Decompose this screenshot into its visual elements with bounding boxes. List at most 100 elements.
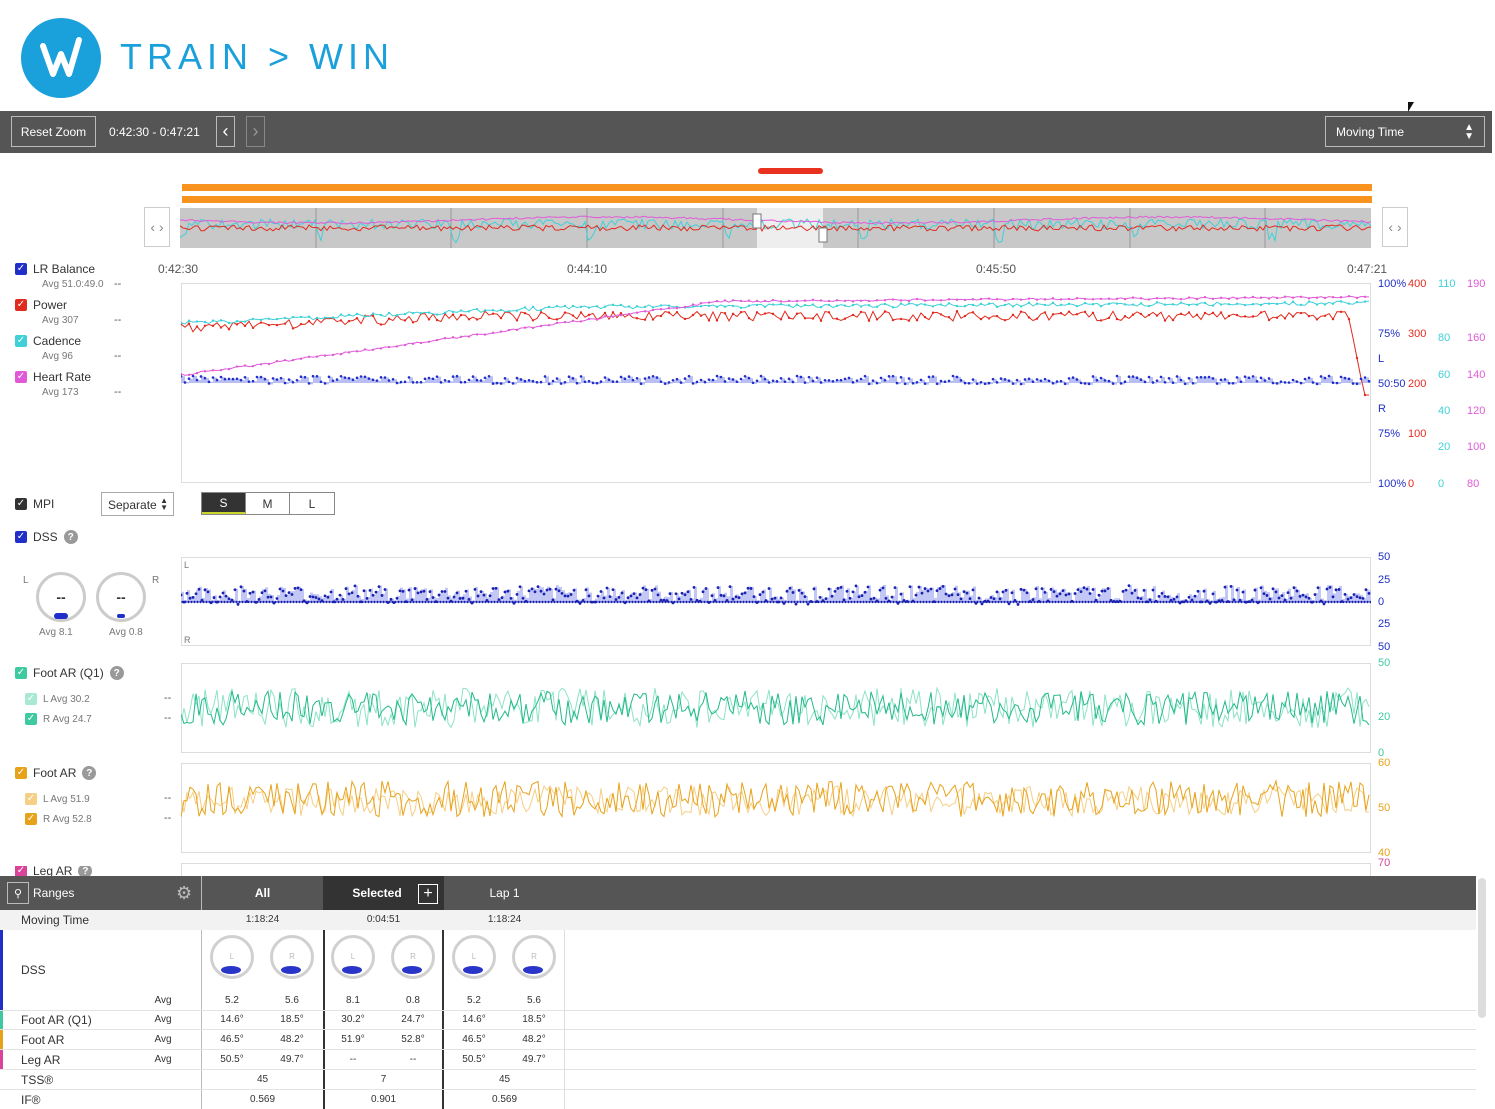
dss-point (643, 600, 646, 604)
legend-power[interactable]: ✓ Power (15, 298, 67, 312)
checkbox-checked-icon[interactable]: ✓ (25, 693, 37, 705)
foot-ar-toggle[interactable]: ✓ Foot AR ? (15, 766, 97, 780)
gear-icon[interactable]: ⚙ (176, 883, 192, 904)
mpi-size-s[interactable]: S (202, 493, 246, 514)
reset-zoom-button[interactable]: Reset Zoom (11, 116, 96, 147)
legend-cadence[interactable]: ✓ Cadence (15, 334, 81, 348)
power-point (1147, 313, 1151, 317)
leg-ar-toggle[interactable]: ✓ Leg AR ? (15, 866, 93, 876)
mpi-size-m[interactable]: M (246, 493, 290, 514)
overview-navigator[interactable] (180, 208, 1371, 248)
dss-point (1297, 600, 1300, 604)
column-all[interactable]: All (202, 876, 323, 910)
overview-left-nav-button[interactable]: ‹ › (144, 207, 170, 247)
dss-point (848, 596, 852, 600)
dss-gauge-right-indicator (117, 614, 125, 618)
dss-point (1030, 600, 1033, 604)
heart-rate-point (675, 306, 679, 310)
help-icon[interactable]: ? (109, 666, 124, 680)
dss-point (956, 593, 960, 597)
next-range-button[interactable]: › (246, 116, 265, 147)
power-point (827, 311, 831, 314)
all-range-bar[interactable] (182, 196, 1372, 203)
help-icon[interactable]: ? (78, 866, 93, 876)
pin-icon[interactable]: ⚲ (7, 882, 29, 904)
foot-ar-left-value: -- (164, 792, 172, 804)
time-mode-select[interactable]: Moving Time ▲ ▼ (1325, 116, 1485, 147)
overview-right-nav-button[interactable]: ‹ › (1382, 207, 1408, 247)
main-chart[interactable] (181, 283, 1371, 483)
cadence-point (899, 302, 903, 305)
dss-point (343, 600, 346, 604)
leg-ar-chart-frame[interactable] (181, 863, 1371, 876)
checkbox-checked-icon[interactable]: ✓ (25, 813, 37, 825)
help-icon[interactable]: ? (82, 766, 97, 780)
checkbox-checked-icon[interactable]: ✓ (15, 263, 27, 275)
lr-balance-point (443, 379, 447, 382)
checkbox-checked-icon[interactable]: ✓ (15, 667, 27, 679)
checkbox-checked-icon[interactable]: ✓ (15, 866, 27, 876)
foot-ar-q1-right-toggle[interactable]: ✓ R Avg 24.7 (25, 713, 92, 725)
dss-point (734, 595, 738, 599)
cadence-point (651, 306, 655, 309)
checkbox-checked-icon[interactable]: ✓ (15, 299, 27, 311)
overview-left-handle[interactable] (752, 213, 762, 229)
add-range-button[interactable]: + (418, 884, 438, 904)
checkbox-checked-icon[interactable]: ✓ (25, 713, 37, 725)
dss-point (667, 600, 670, 604)
cadence-point (435, 313, 439, 316)
lr-balance-point (799, 375, 803, 379)
dss-bar (916, 591, 919, 602)
dss-point (1060, 600, 1063, 604)
dss-chart[interactable] (181, 557, 1371, 646)
foot-ar-row-color-bar (0, 1030, 3, 1049)
lr-balance-point (555, 377, 559, 380)
dss-point (877, 600, 880, 604)
dss-point (613, 600, 616, 604)
foot-ar-right-toggle[interactable]: ✓ R Avg 52.8 (25, 813, 92, 825)
cadence-point (1267, 302, 1271, 305)
checkbox-checked-icon[interactable]: ✓ (15, 767, 27, 779)
mpi-toggle[interactable]: ✓ MPI (15, 497, 54, 511)
heart-rate-point (395, 345, 399, 348)
dss-bar (685, 591, 688, 602)
lr-balance-point (695, 380, 699, 384)
checkbox-checked-icon[interactable]: ✓ (15, 531, 27, 543)
foot-ar-q1-left-toggle[interactable]: ✓ L Avg 30.2 (25, 693, 90, 705)
power-point (1179, 312, 1183, 316)
overview-right-handle[interactable] (818, 227, 828, 243)
cadence-point (915, 304, 919, 307)
dss-point (1280, 594, 1284, 598)
lr-balance-point (311, 374, 315, 378)
brand-name: TRAIN > WIN (120, 36, 395, 77)
help-icon[interactable]: ? (63, 530, 78, 544)
checkbox-checked-icon[interactable]: ✓ (15, 335, 27, 347)
foot-ar-q1-toggle[interactable]: ✓ Foot AR (Q1) ? (15, 666, 124, 680)
legend-lr-balance[interactable]: ✓ LR Balance (15, 262, 95, 276)
foot-ar-chart[interactable] (181, 763, 1371, 853)
lr-balance-point (223, 377, 227, 381)
checkbox-checked-icon[interactable]: ✓ (15, 371, 27, 383)
dss-point (836, 586, 840, 590)
column-selected[interactable]: Selected (330, 876, 424, 910)
column-lap-1[interactable]: Lap 1 (444, 876, 565, 910)
legend-heart-rate[interactable]: ✓ Heart Rate (15, 370, 91, 384)
mpi-size-l[interactable]: L (290, 493, 334, 514)
dss-bar (478, 593, 481, 602)
dss-point (1175, 595, 1179, 599)
dss-point (586, 600, 589, 604)
mpi-mode-select[interactable]: Separate ▲ ▼ (101, 492, 174, 516)
dss-point (686, 590, 690, 594)
foot-ar-left-toggle[interactable]: ✓ L Avg 51.9 (25, 793, 90, 805)
dss-point (562, 600, 565, 604)
dss-point (380, 594, 384, 597)
checkbox-checked-icon[interactable]: ✓ (15, 498, 27, 510)
foot-ar-q1-chart[interactable] (181, 663, 1371, 753)
dss-label: DSS (33, 530, 58, 544)
prev-range-button[interactable]: ‹ (216, 116, 235, 147)
table-scrollbar[interactable] (1478, 878, 1486, 1018)
lap-range-bar[interactable] (182, 184, 1372, 191)
lr-balance-point (963, 381, 967, 385)
dss-toggle[interactable]: ✓ DSS ? (15, 530, 78, 544)
checkbox-checked-icon[interactable]: ✓ (25, 793, 37, 805)
